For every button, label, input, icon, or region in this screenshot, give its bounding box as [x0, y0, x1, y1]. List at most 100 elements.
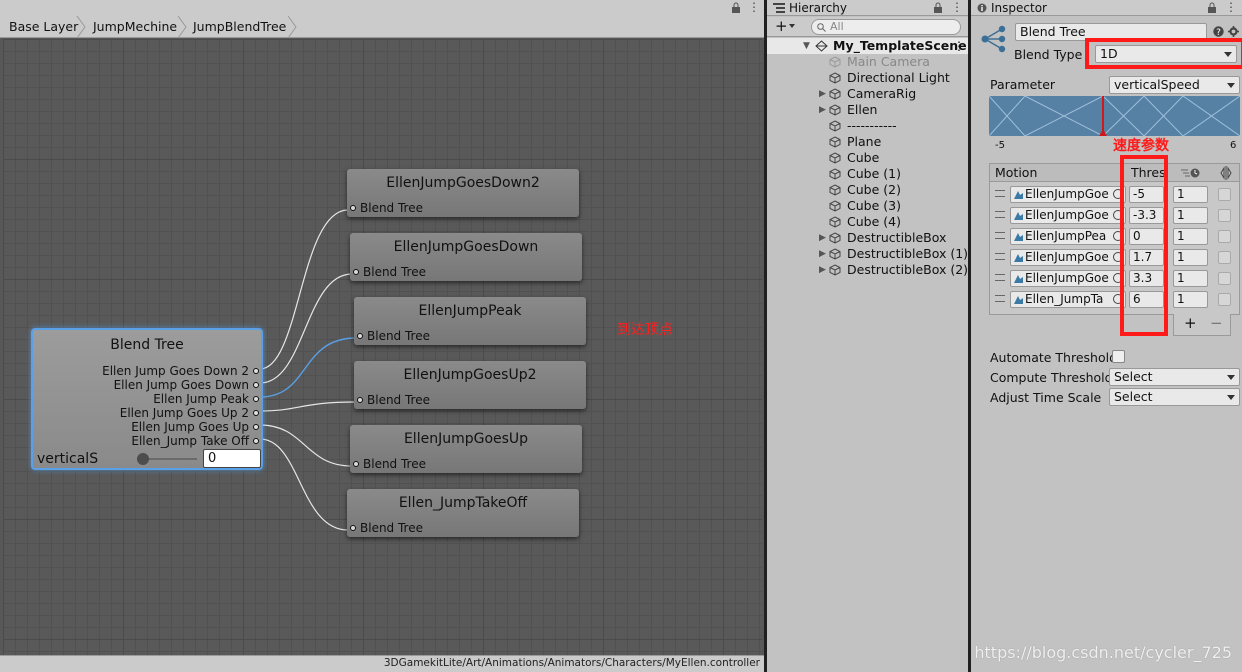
- motion-row[interactable]: EllenJumpGoe 3.3 1: [990, 268, 1239, 289]
- speed-input[interactable]: 1: [1173, 249, 1208, 266]
- dropdown-arrow-icon[interactable]: [789, 24, 795, 28]
- search-icon: [817, 23, 826, 32]
- mirror-checkbox[interactable]: [1218, 293, 1231, 306]
- drag-handle-icon[interactable]: [995, 295, 1005, 302]
- output-port[interactable]: [253, 382, 259, 388]
- expand-arrow-icon[interactable]: ▶: [819, 262, 826, 278]
- hierarchy-search-input[interactable]: All: [811, 19, 961, 35]
- speed-input[interactable]: 1: [1173, 228, 1208, 245]
- hierarchy-item[interactable]: ▶ DestructibleBox (2): [767, 262, 968, 278]
- child-node-jump-take-off[interactable]: Ellen_JumpTakeOff Blend Tree: [347, 489, 579, 537]
- mirror-checkbox[interactable]: [1218, 230, 1231, 243]
- hierarchy-item-label: Cube (3): [847, 198, 901, 213]
- kebab-menu-icon[interactable]: ⋮: [1225, 0, 1237, 14]
- expand-arrow-icon[interactable]: ▼: [803, 38, 810, 54]
- inspector-tab[interactable]: Inspector ⋮: [971, 0, 1242, 16]
- expand-arrow-icon[interactable]: ▶: [819, 230, 826, 246]
- hierarchy-item[interactable]: Cube (4): [767, 214, 968, 230]
- hierarchy-item[interactable]: Cube: [767, 150, 968, 166]
- compute-thresholds-dropdown[interactable]: Select: [1109, 368, 1240, 386]
- expand-arrow-icon[interactable]: ▶: [819, 102, 826, 118]
- mirror-checkbox[interactable]: [1218, 272, 1231, 285]
- automate-thresholds-checkbox[interactable]: [1112, 350, 1125, 363]
- parameter-value-input[interactable]: 0: [203, 449, 261, 468]
- drag-handle-icon[interactable]: [995, 211, 1005, 218]
- add-object-button[interactable]: +: [775, 17, 788, 35]
- input-port[interactable]: [353, 461, 359, 467]
- scene-row[interactable]: ▼ My_TemplateScene ⋮: [767, 38, 968, 54]
- expand-arrow-icon[interactable]: ▶: [819, 86, 826, 102]
- hierarchy-item[interactable]: Main Camera: [767, 54, 968, 70]
- adjust-time-scale-dropdown[interactable]: Select: [1109, 388, 1240, 406]
- hierarchy-tab[interactable]: Hierarchy ⋮: [767, 0, 968, 16]
- motion-row[interactable]: EllenJumpGoe -3.3 1: [990, 205, 1239, 226]
- child-node-jump-goes-down[interactable]: EllenJumpGoesDown Blend Tree: [350, 233, 582, 281]
- lock-icon[interactable]: [933, 2, 943, 14]
- input-port[interactable]: [350, 525, 356, 531]
- child-node-jump-goes-down-2[interactable]: EllenJumpGoesDown2 Blend Tree: [347, 169, 579, 217]
- hierarchy-item-label: Ellen: [847, 102, 878, 117]
- hierarchy-item[interactable]: Cube (2): [767, 182, 968, 198]
- output-port[interactable]: [253, 396, 259, 402]
- drag-handle-icon[interactable]: [995, 232, 1005, 239]
- unity-scene-icon: [815, 40, 828, 52]
- output-port[interactable]: [253, 424, 259, 430]
- motion-clip-field[interactable]: EllenJumpPea: [1010, 228, 1126, 245]
- remove-motion-button[interactable]: −: [1210, 314, 1223, 332]
- input-port[interactable]: [357, 397, 363, 403]
- motion-clip-field[interactable]: Ellen_JumpTa: [1010, 291, 1126, 308]
- blend-tree-node[interactable]: Blend Tree Ellen Jump Goes Down 2 Ellen …: [31, 328, 263, 470]
- child-node-jump-goes-up-2[interactable]: EllenJumpGoesUp2 Blend Tree: [354, 361, 586, 409]
- drag-handle-icon[interactable]: [995, 190, 1005, 197]
- motion-row[interactable]: Ellen_JumpTa 6 1: [990, 289, 1239, 310]
- hierarchy-item[interactable]: -----------: [767, 118, 968, 134]
- input-port[interactable]: [350, 205, 356, 211]
- adjust-time-scale-label: Adjust Time Scale: [990, 390, 1102, 405]
- blend-graph[interactable]: [989, 96, 1240, 136]
- speed-input[interactable]: 1: [1173, 291, 1208, 308]
- blend-tree-node-title: Blend Tree: [110, 337, 184, 353]
- drag-handle-icon[interactable]: [995, 253, 1005, 260]
- highlight-box-thresholds: [1120, 155, 1168, 336]
- output-port[interactable]: [253, 438, 259, 444]
- parameter-slider-knob[interactable]: [137, 453, 149, 465]
- hierarchy-item[interactable]: Cube (1): [767, 166, 968, 182]
- hierarchy-item[interactable]: ▶ DestructibleBox (1): [767, 246, 968, 262]
- gear-icon[interactable]: [1228, 26, 1239, 37]
- lock-icon[interactable]: [1207, 2, 1217, 14]
- speed-input[interactable]: 1: [1173, 207, 1208, 224]
- hierarchy-item[interactable]: Cube (3): [767, 198, 968, 214]
- add-motion-button[interactable]: +: [1184, 314, 1197, 332]
- speed-input[interactable]: 1: [1173, 186, 1208, 203]
- hierarchy-item[interactable]: Directional Light: [767, 70, 968, 86]
- hierarchy-item[interactable]: ▶ CameraRig: [767, 86, 968, 102]
- drag-handle-icon[interactable]: [995, 274, 1005, 281]
- motion-row[interactable]: EllenJumpPea 0 1: [990, 226, 1239, 247]
- hierarchy-toolbar: + All: [767, 17, 968, 37]
- motion-clip-field[interactable]: EllenJumpGoe: [1010, 270, 1126, 287]
- motion-clip-field[interactable]: EllenJumpGoe: [1010, 186, 1126, 203]
- kebab-menu-icon[interactable]: ⋮: [951, 0, 963, 14]
- output-port[interactable]: [253, 410, 259, 416]
- expand-arrow-icon[interactable]: ▶: [819, 246, 826, 262]
- speed-input[interactable]: 1: [1173, 270, 1208, 287]
- compute-thresholds-label: Compute Thresholds: [990, 370, 1120, 385]
- motion-row[interactable]: EllenJumpGoe 1.7 1: [990, 247, 1239, 268]
- input-port[interactable]: [353, 269, 359, 275]
- mirror-checkbox[interactable]: [1218, 188, 1231, 201]
- motion-row[interactable]: EllenJumpGoe -5 1: [990, 184, 1239, 205]
- motion-clip-field[interactable]: EllenJumpGoe: [1010, 207, 1126, 224]
- child-node-jump-peak[interactable]: EllenJumpPeak Blend Tree: [354, 297, 586, 345]
- mirror-checkbox[interactable]: [1218, 251, 1231, 264]
- parameter-dropdown[interactable]: verticalSpeed: [1109, 76, 1240, 94]
- output-port[interactable]: [253, 368, 259, 374]
- child-node-jump-goes-up[interactable]: EllenJumpGoesUp Blend Tree: [350, 425, 582, 473]
- input-port[interactable]: [357, 333, 363, 339]
- mirror-checkbox[interactable]: [1218, 209, 1231, 222]
- hierarchy-item[interactable]: Plane: [767, 134, 968, 150]
- kebab-menu-icon[interactable]: ⋮: [953, 38, 965, 54]
- hierarchy-item[interactable]: ▶ DestructibleBox: [767, 230, 968, 246]
- hierarchy-item[interactable]: ▶ Ellen: [767, 102, 968, 118]
- help-icon[interactable]: ?: [1213, 26, 1224, 37]
- motion-clip-field[interactable]: EllenJumpGoe: [1010, 249, 1126, 266]
